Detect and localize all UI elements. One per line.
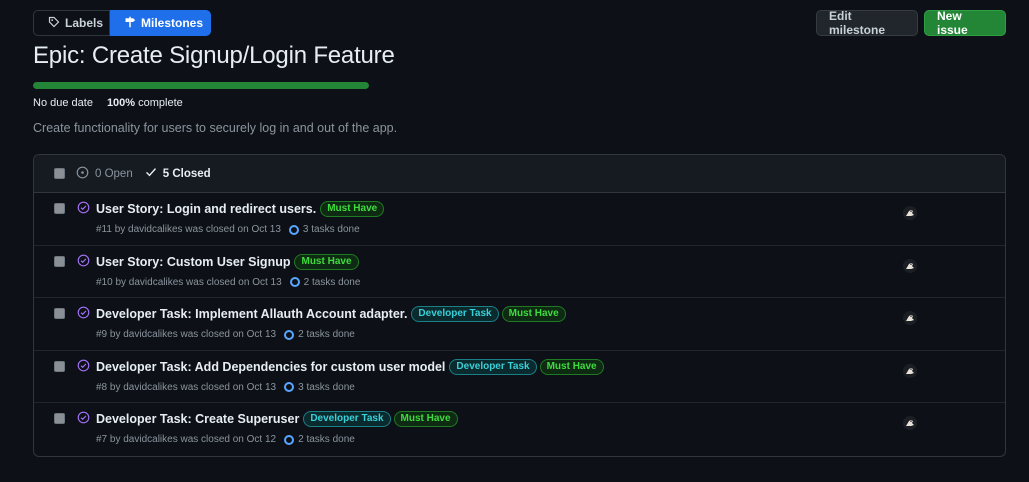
- issue-list-header: 0 Open 5 Closed: [34, 155, 1005, 193]
- progress-ring-icon: [288, 224, 299, 235]
- issue-title-line: Developer Task: Add Dependencies for cus…: [96, 358, 604, 375]
- milestones-tab-label: Milestones: [141, 16, 204, 30]
- avatar[interactable]: [903, 416, 917, 431]
- check-icon: [145, 166, 157, 181]
- select-all-checkbox[interactable]: [54, 168, 65, 179]
- issue-checkbox[interactable]: [54, 203, 65, 214]
- open-count: 0 Open: [95, 167, 133, 180]
- label-must-have[interactable]: Must Have: [501, 306, 566, 323]
- issue-checkbox[interactable]: [54, 360, 65, 372]
- closed-count: 5 Closed: [162, 167, 211, 180]
- issue-rows: User Story: Login and redirect users. Mu…: [34, 193, 1005, 456]
- progress-ring-icon: [284, 434, 295, 445]
- new-issue-button[interactable]: New issue: [924, 9, 1006, 37]
- issue-row[interactable]: Developer Task: Implement Allauth Accoun…: [34, 298, 1005, 351]
- labels-tab[interactable]: Labels: [33, 10, 110, 36]
- milestones-tab[interactable]: Milestones: [110, 10, 211, 36]
- issue-title-line: User Story: Custom User Signup Must Have: [96, 253, 359, 270]
- issue-checkbox[interactable]: [54, 413, 65, 425]
- label-must-have[interactable]: Must Have: [393, 411, 458, 428]
- open-issues-filter[interactable]: 0 Open: [76, 166, 133, 182]
- issue-closed-icon: [77, 411, 90, 429]
- issue-checkbox[interactable]: [54, 308, 65, 320]
- issue-meta: #8 by davidcalikes was closed on Oct 13 …: [96, 382, 355, 393]
- top-bar: Labels Milestones Edit milestone New iss…: [33, 9, 1006, 37]
- avatar[interactable]: [903, 363, 917, 378]
- issue-closed-icon: [77, 306, 90, 324]
- label-developer-task[interactable]: Developer Task: [303, 411, 391, 428]
- issue-title-line: Developer Task: Implement Allauth Accoun…: [96, 306, 566, 323]
- avatar[interactable]: [903, 311, 917, 326]
- tag-icon: [48, 16, 60, 31]
- issue-closed-icon: [77, 201, 90, 219]
- label-developer-task[interactable]: Developer Task: [449, 358, 537, 375]
- issue-checkbox[interactable]: [54, 255, 65, 267]
- issue-title-line: Developer Task: Create Superuser Develop…: [96, 411, 458, 428]
- progress-ring-icon: [289, 277, 300, 288]
- issue-meta-text: #8 by davidcalikes was closed on Oct 13: [96, 381, 277, 393]
- milestone-progress-bar: [33, 82, 369, 89]
- milestone-title: Epic: Create Signup/Login Feature: [33, 42, 395, 69]
- issue-title-line: User Story: Login and redirect users. Mu…: [96, 201, 385, 217]
- avatar[interactable]: [903, 258, 917, 273]
- label-must-have[interactable]: Must Have: [294, 253, 359, 270]
- tasks-done: 2 tasks done: [298, 329, 355, 341]
- labels-tab-label: Labels: [65, 16, 104, 30]
- tasks-done: 2 tasks done: [303, 276, 361, 288]
- completion: 100% complete: [107, 97, 183, 109]
- issue-title-link[interactable]: Developer Task: Add Dependencies for cus…: [96, 360, 445, 374]
- progress-ring-icon: [284, 329, 295, 340]
- issue-meta: #11 by davidcalikes was closed on Oct 13…: [96, 224, 360, 235]
- tasks-done: 3 tasks done: [302, 224, 360, 235]
- label-must-have[interactable]: Must Have: [320, 201, 385, 217]
- avatar[interactable]: [903, 206, 917, 220]
- label-must-have[interactable]: Must Have: [539, 358, 604, 375]
- issue-meta: #10 by davidcalikes was closed on Oct 13…: [96, 277, 360, 288]
- issue-meta-text: #7 by davidcalikes was closed on Oct 12: [96, 434, 277, 446]
- issue-title-link[interactable]: User Story: Login and redirect users.: [96, 202, 316, 216]
- milestone-icon: [124, 16, 136, 31]
- milestone-progress-fill: [33, 82, 369, 89]
- issue-row[interactable]: User Story: Custom User Signup Must Have…: [34, 246, 1005, 299]
- issue-meta-text: #9 by davidcalikes was closed on Oct 13: [96, 329, 277, 341]
- milestone-actions: Edit milestone New issue: [816, 9, 1006, 37]
- labels-milestones-switch: Labels Milestones: [33, 10, 211, 36]
- issue-closed-icon: [77, 254, 90, 272]
- label-developer-task[interactable]: Developer Task: [411, 306, 499, 323]
- tasks-done: 3 tasks done: [298, 381, 355, 393]
- milestone-description: Create functionality for users to secure…: [33, 121, 398, 135]
- progress-ring-icon: [284, 382, 295, 393]
- issue-title-link[interactable]: Developer Task: Create Superuser: [96, 412, 299, 426]
- edit-milestone-button[interactable]: Edit milestone: [816, 9, 918, 37]
- milestone-meta: No due date 100% complete: [33, 97, 183, 109]
- issue-row[interactable]: Developer Task: Add Dependencies for cus…: [34, 351, 1005, 404]
- issue-open-icon: [76, 166, 89, 182]
- issue-meta: #9 by davidcalikes was closed on Oct 13 …: [96, 329, 355, 340]
- closed-issues-filter[interactable]: 5 Closed: [145, 166, 211, 181]
- tasks-done: 2 tasks done: [298, 434, 355, 446]
- issue-title-link[interactable]: User Story: Custom User Signup: [96, 255, 290, 269]
- issue-meta-text: #11 by davidcalikes was closed on Oct 13: [96, 224, 281, 235]
- completion-value: 100%: [106, 97, 136, 109]
- issue-meta-text: #10 by davidcalikes was closed on Oct 13: [96, 276, 282, 288]
- issue-meta: #7 by davidcalikes was closed on Oct 12 …: [96, 434, 355, 445]
- issue-list: 0 Open 5 Closed User Story: Login and re…: [33, 154, 1006, 457]
- issue-title-link[interactable]: Developer Task: Implement Allauth Accoun…: [96, 307, 407, 321]
- due-date: No due date: [33, 97, 93, 109]
- completion-label: complete: [138, 97, 183, 109]
- issue-closed-icon: [77, 359, 90, 377]
- issue-row[interactable]: User Story: Login and redirect users. Mu…: [34, 193, 1005, 246]
- issue-row[interactable]: Developer Task: Create Superuser Develop…: [34, 403, 1005, 456]
